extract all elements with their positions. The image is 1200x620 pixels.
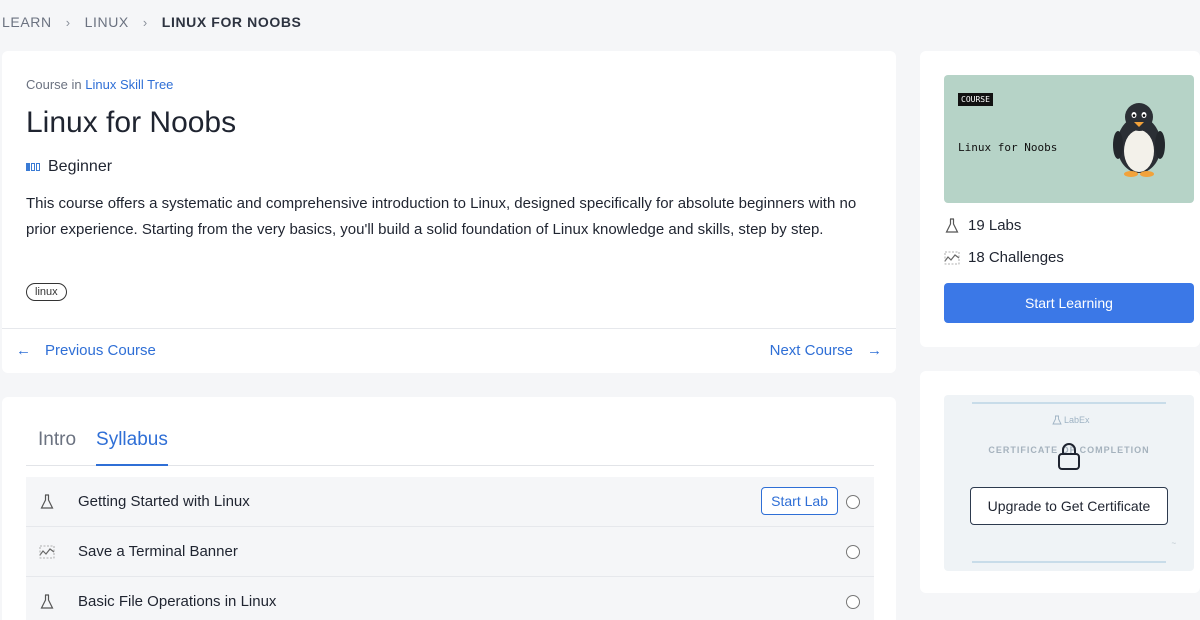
next-course-link[interactable]: Next Course → <box>770 342 882 359</box>
penguin-icon <box>1113 103 1165 177</box>
course-description: This course offers a systematic and comp… <box>26 195 857 238</box>
course-header-card: Course in Linux Skill Tree Linux for Noo… <box>2 51 896 373</box>
challenges-count-label: 18 Challenges <box>968 249 1064 266</box>
course-badge: COURSE <box>958 93 993 106</box>
previous-course-link[interactable]: ← Previous Course <box>16 342 156 359</box>
lock-icon <box>1058 443 1080 470</box>
list-item[interactable]: Save a Terminal Banner <box>26 527 874 577</box>
level-indicator: Beginner <box>26 158 112 176</box>
tab-syllabus[interactable]: Syllabus <box>96 429 168 466</box>
previous-course-label: Previous Course <box>45 342 156 359</box>
certificate-preview: LabEx CERTIFICATE OF COMPLETION Upgrade … <box>944 395 1194 571</box>
arrow-left-icon: ← <box>16 342 31 359</box>
completion-radio <box>846 495 860 509</box>
challenge-icon <box>38 543 56 561</box>
thumbnail-title: Linux for Noobs <box>958 141 1058 154</box>
course-thumbnail: COURSE Linux for Noobs <box>944 75 1194 203</box>
labs-count: 19 Labs <box>944 217 1021 234</box>
level-label: Beginner <box>48 158 113 175</box>
breadcrumb-linux[interactable]: LINUX <box>85 14 129 30</box>
labs-count-label: 19 Labs <box>968 217 1022 234</box>
breadcrumb: LEARN › LINUX › LINUX FOR NOOBS <box>2 14 301 30</box>
tabs: Intro Syllabus <box>26 429 874 466</box>
list-item[interactable]: Getting Started with Linux Start Lab <box>26 477 874 527</box>
start-lab-button[interactable]: Start Lab <box>761 487 838 515</box>
challenges-count: 18 Challenges <box>944 249 1064 266</box>
flask-icon <box>38 593 56 611</box>
course-sidebar-card: COURSE Linux for Noobs 19 Labs 18 Challe… <box>920 51 1200 347</box>
list-item-label: Save a Terminal Banner <box>78 543 238 560</box>
course-nav: ← Previous Course Next Course → <box>2 328 896 373</box>
course-in-prefix: Course in <box>26 77 82 92</box>
tab-intro[interactable]: Intro <box>38 429 76 466</box>
chevron-right-icon: › <box>65 14 71 30</box>
syllabus-card: Intro Syllabus Getting Started with Linu… <box>2 397 896 620</box>
signature-mark: ~ <box>1171 539 1176 548</box>
skill-tree-link[interactable]: Linux Skill Tree <box>85 77 173 92</box>
certificate-logo-text: LabEx <box>1064 415 1090 425</box>
upgrade-certificate-button[interactable]: Upgrade to Get Certificate <box>970 487 1168 525</box>
completion-radio <box>846 595 860 609</box>
chevron-right-icon: › <box>142 14 148 30</box>
completion-radio <box>846 545 860 559</box>
flask-icon <box>38 493 56 511</box>
flask-icon <box>944 217 960 234</box>
arrow-right-icon: → <box>867 342 882 359</box>
certificate-logo: LabEx <box>1052 415 1090 425</box>
breadcrumb-learn[interactable]: LEARN <box>2 14 52 30</box>
list-item[interactable]: Basic File Operations in Linux <box>26 577 874 620</box>
page-title: Linux for Noobs <box>26 106 237 139</box>
start-learning-button[interactable]: Start Learning <box>944 283 1194 323</box>
breadcrumb-current: LINUX FOR NOOBS <box>161 14 302 30</box>
syllabus-list: Getting Started with Linux Start Lab Sav… <box>26 477 874 620</box>
level-bars-icon <box>26 163 40 171</box>
certificate-card: LabEx CERTIFICATE OF COMPLETION Upgrade … <box>920 371 1200 593</box>
course-in-line: Course in Linux Skill Tree <box>26 77 173 92</box>
list-item-label: Getting Started with Linux <box>78 493 250 510</box>
list-item-label: Basic File Operations in Linux <box>78 593 277 610</box>
challenge-icon <box>944 250 960 266</box>
tag-linux[interactable]: linux <box>26 283 67 301</box>
next-course-label: Next Course <box>769 342 853 359</box>
certificate-border-top <box>972 402 1166 404</box>
certificate-border-bottom <box>972 561 1166 563</box>
